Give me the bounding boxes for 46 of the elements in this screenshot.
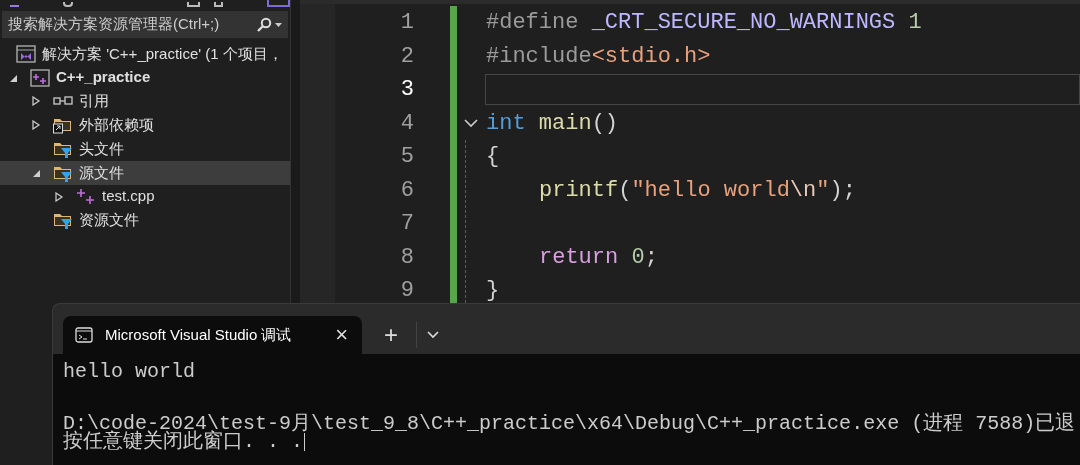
- new-tab-button[interactable]: +: [376, 323, 406, 347]
- search-placeholder: 搜索解决方案资源管理器(Ctrl+;): [8, 14, 221, 35]
- tree-item[interactable]: 源文件: [0, 161, 290, 185]
- tree-item[interactable]: C++_practice: [0, 65, 290, 90]
- expand-icon[interactable]: [54, 191, 64, 202]
- fold-chevron-icon[interactable]: [464, 118, 478, 128]
- line-number: 9: [399, 277, 414, 305]
- toolbar-button[interactable]: [214, 2, 224, 7]
- console-line: hello world: [63, 363, 196, 381]
- caret-icon[interactable]: [275, 22, 282, 27]
- tree-item[interactable]: 头文件: [0, 137, 290, 161]
- toolbar-button[interactable]: [187, 2, 200, 7]
- solution-icon: [16, 43, 36, 64]
- code-line: return 0;: [538, 243, 658, 272]
- chevron-down-icon[interactable]: [427, 331, 439, 339]
- line-number: 8: [399, 243, 414, 272]
- close-button[interactable]: ×: [335, 324, 348, 346]
- line-number: 4: [399, 109, 414, 138]
- line-number: 7: [399, 210, 414, 238]
- code-line: #define _CRT_SECURE_NO_WARNINGS 1: [486, 9, 922, 38]
- line-number: 1: [399, 9, 414, 37]
- code-line: printf("hello world\n");: [538, 176, 856, 205]
- search-field[interactable]: 搜索解决方案资源管理器(Ctrl+;): [2, 11, 288, 38]
- console-icon: [75, 326, 93, 344]
- search-icon[interactable]: [256, 16, 272, 33]
- tree-item[interactable]: 资源文件: [0, 208, 290, 233]
- tree-item[interactable]: test.cpp: [0, 184, 290, 209]
- code-line: }: [486, 277, 500, 306]
- code-line: #include<stdio.h>: [486, 42, 711, 71]
- code-line: int main(): [486, 109, 619, 138]
- code-line: {: [486, 143, 500, 172]
- line-number: 5: [399, 143, 414, 171]
- line-number: 2: [399, 42, 414, 71]
- line-number: 6: [399, 176, 414, 205]
- toolbar-button[interactable]: [10, 2, 19, 7]
- tree-item[interactable]: 引用: [0, 89, 290, 114]
- toolbar-button[interactable]: [62, 2, 74, 7]
- expand-icon[interactable]: [31, 96, 41, 107]
- cpp-file-icon: [76, 186, 96, 207]
- tree-item[interactable]: 外部依赖项: [0, 113, 290, 138]
- terminal-tab[interactable]: Microsoft Visual Studio 调试 ×: [63, 316, 362, 354]
- expand-icon[interactable]: [31, 120, 41, 131]
- project-icon: [30, 67, 50, 88]
- line-number: 3: [399, 76, 414, 104]
- tree-item[interactable]: 解决方案 'C++_practice' (1 个项目，: [0, 42, 290, 66]
- text-cursor: [304, 433, 305, 451]
